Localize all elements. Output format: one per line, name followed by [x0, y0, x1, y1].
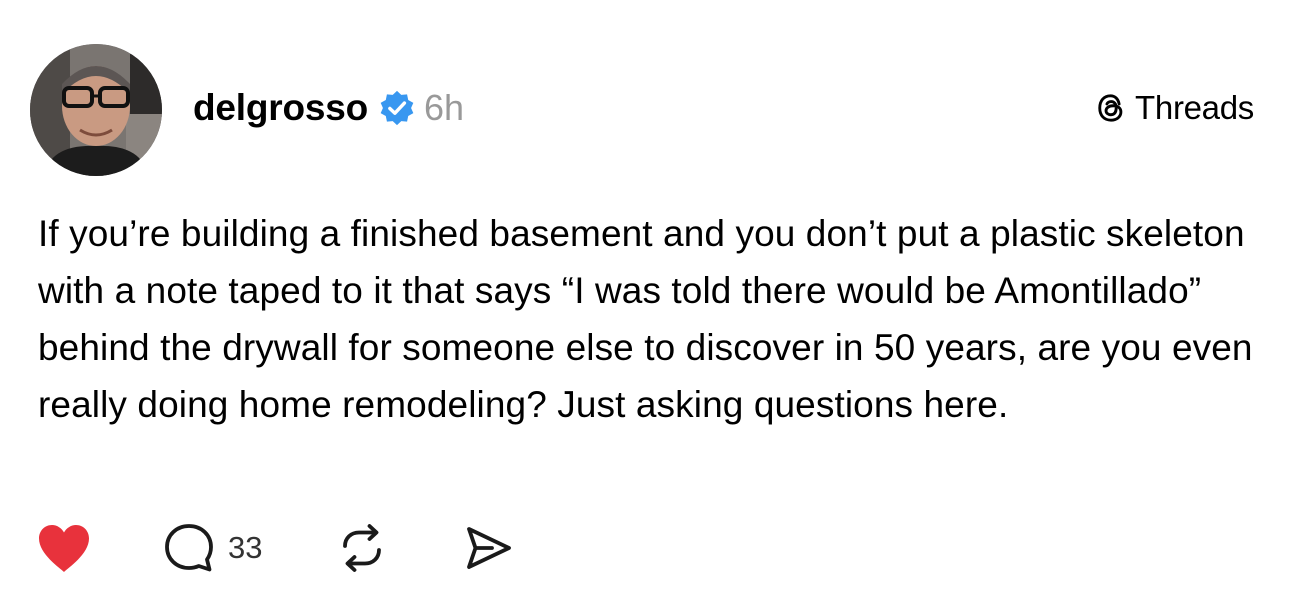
avatar-photo: [30, 44, 162, 176]
repost-icon: [343, 524, 382, 572]
threads-brand: Threads: [1093, 86, 1254, 130]
username[interactable]: delgrosso: [193, 87, 368, 129]
heart-icon: [39, 525, 89, 572]
post-text: If you’re building a finished basement a…: [38, 213, 1253, 425]
post-actions: 33: [36, 518, 514, 578]
reply-count: 33: [228, 530, 263, 565]
verified-badge-icon: [380, 90, 414, 126]
repost-button[interactable]: [336, 522, 388, 574]
reply-button[interactable]: 33: [162, 521, 262, 575]
post-timestamp: 6h: [424, 87, 465, 128]
send-icon: [467, 527, 512, 569]
share-button[interactable]: [462, 522, 514, 574]
comment-icon: [165, 524, 213, 572]
post-header: delgrosso 6h: [193, 84, 464, 132]
avatar[interactable]: [30, 44, 162, 176]
brand-label: Threads: [1135, 89, 1254, 126]
like-button[interactable]: [36, 522, 92, 574]
threads-logo-icon: [1098, 94, 1123, 122]
